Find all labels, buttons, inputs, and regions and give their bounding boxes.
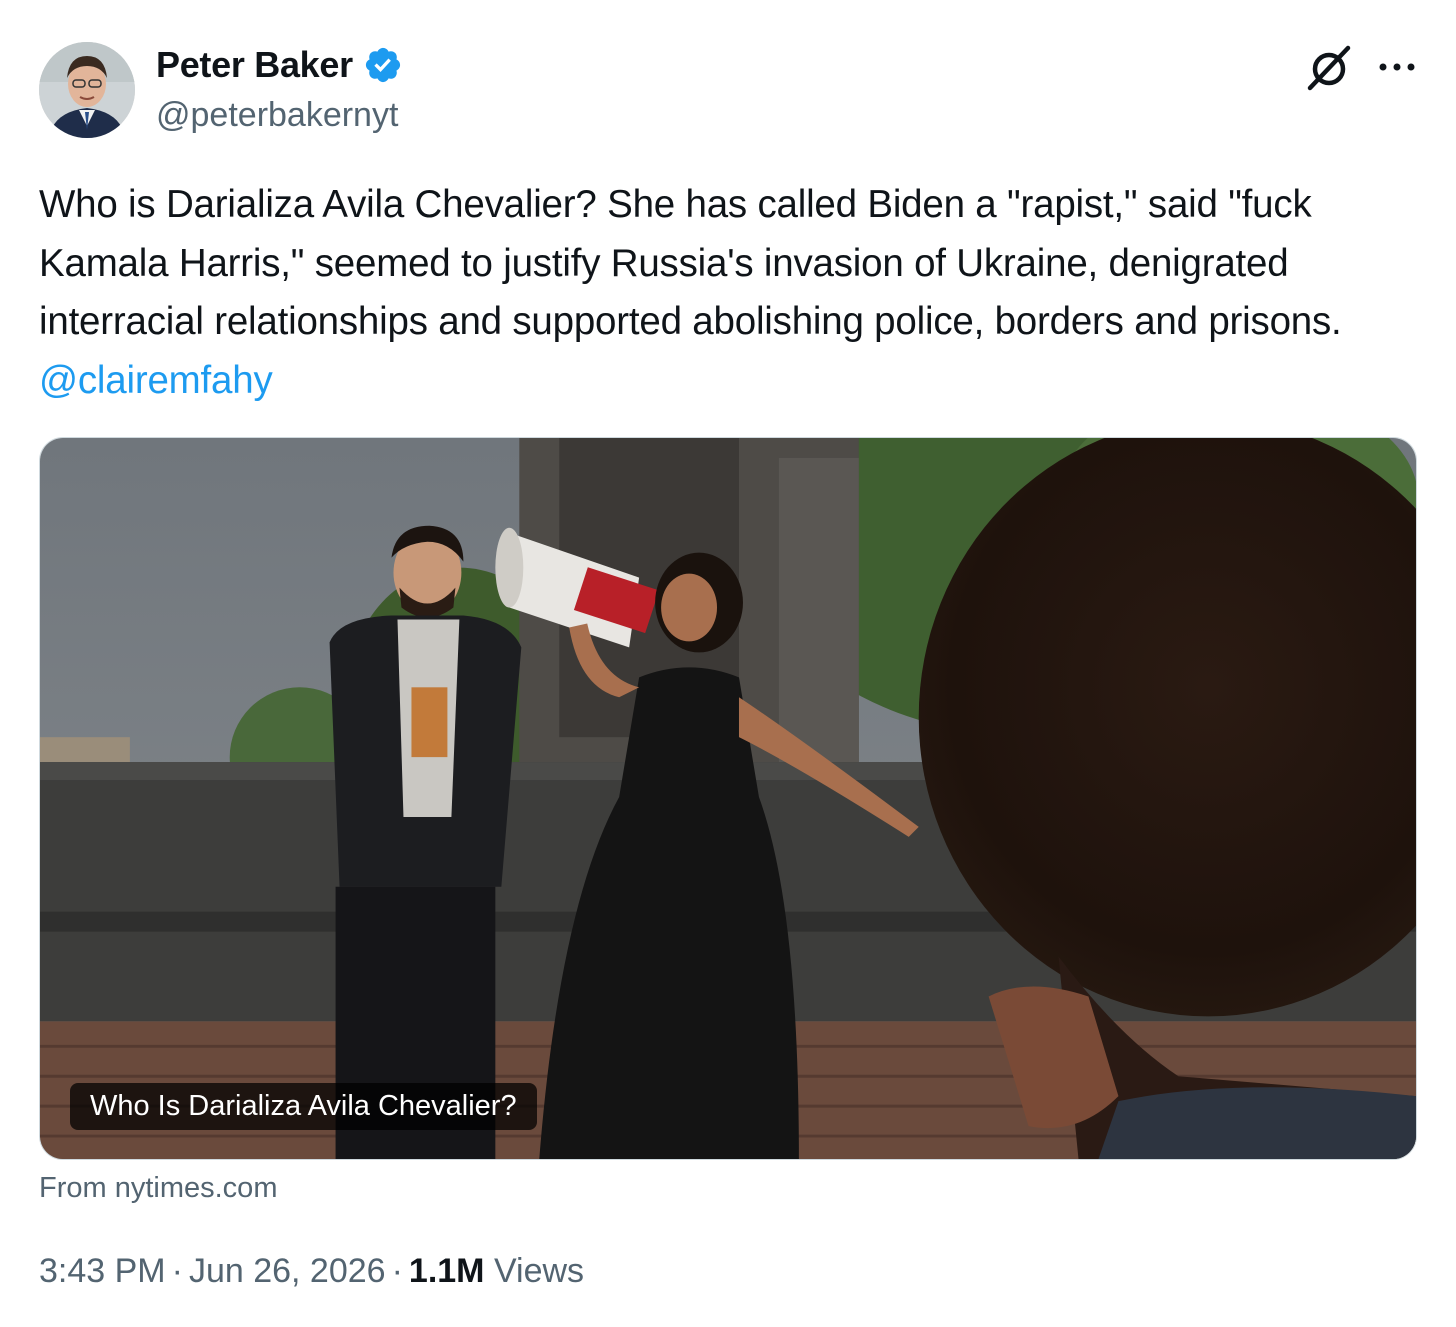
link-card[interactable]: Who Is Darializa Avila Chevalier? xyxy=(39,437,1417,1160)
verified-badge-icon xyxy=(365,47,400,83)
tweet-text: Who is Darializa Avila Chevalier? She ha… xyxy=(39,176,1409,410)
more-icon[interactable] xyxy=(1377,52,1417,82)
tweet-date[interactable]: Jun 26, 2026 xyxy=(189,1252,386,1290)
author-avatar[interactable] xyxy=(39,42,135,138)
card-photo xyxy=(40,438,1416,1159)
mention-link[interactable]: @clairemfahy xyxy=(39,359,273,402)
meta-separator: · xyxy=(171,1252,183,1290)
views-count: 1.1M xyxy=(408,1252,485,1290)
tweet-body: Who is Darializa Avila Chevalier? She ha… xyxy=(39,183,1342,343)
tweet-meta: 3:43 PM · Jun 26, 2026 · 1.1M Views xyxy=(39,1252,584,1291)
author-handle[interactable]: @peterbakernyt xyxy=(156,96,398,135)
grok-icon[interactable] xyxy=(1304,44,1354,92)
author-display-name[interactable]: Peter Baker xyxy=(156,44,353,86)
tweet-time[interactable]: 3:43 PM xyxy=(39,1252,166,1290)
meta-separator: · xyxy=(391,1252,403,1290)
avatar-image xyxy=(39,42,135,138)
card-source[interactable]: From nytimes.com xyxy=(39,1172,277,1205)
views-label: Views xyxy=(493,1252,585,1290)
card-caption: Who Is Darializa Avila Chevalier? xyxy=(70,1083,537,1130)
author-name-row[interactable]: Peter Baker xyxy=(156,44,403,86)
